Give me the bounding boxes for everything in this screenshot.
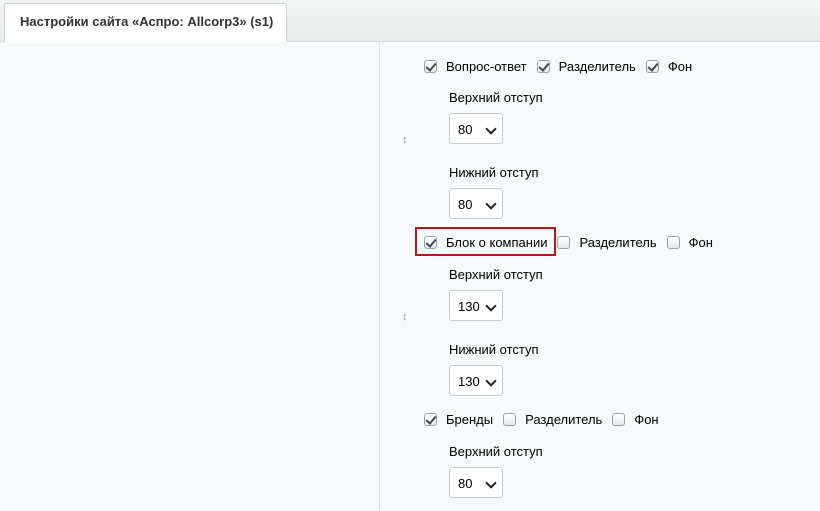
block-row-brands: Бренды Разделитель Фон	[424, 410, 669, 428]
brands-bg-checkbox[interactable]	[612, 412, 626, 426]
chevron-down-icon	[485, 300, 497, 312]
faq-bg-label: Фон	[667, 58, 693, 74]
brands-top-padding-select[interactable]: 80	[449, 467, 503, 498]
faq-bottom-padding-value: 80	[458, 197, 473, 212]
faq-divider-label: Разделитель	[558, 58, 636, 74]
settings-panel	[0, 42, 820, 511]
tab-site-settings[interactable]: Настройки сайта «Аспро: Allcorp3» (s1)	[4, 3, 287, 42]
faq-bg-checkbox[interactable]	[645, 59, 659, 73]
faq-bottom-padding-label: Нижний отступ	[449, 165, 539, 180]
faq-checkbox[interactable]	[424, 59, 437, 73]
faq-divider-checkbox[interactable]	[536, 59, 550, 73]
column-divider	[379, 42, 380, 511]
brands-checkbox[interactable]	[424, 412, 437, 426]
faq-top-padding-label: Верхний отступ	[449, 90, 543, 105]
company-bottom-padding-select[interactable]: 130	[449, 365, 503, 396]
chevron-down-icon	[485, 477, 497, 489]
company-bottom-padding-label: Нижний отступ	[449, 342, 539, 357]
company-bottom-padding-value: 130	[458, 374, 480, 389]
tab-bar: Настройки сайта «Аспро: Allcorp3» (s1)	[0, 0, 820, 42]
company-bg-label: Фон	[688, 234, 713, 250]
brands-label: Бренды	[446, 411, 494, 427]
company-top-padding-value: 130	[458, 299, 480, 314]
block-row-faq: Вопрос-ответ Разделитель Фон	[424, 57, 702, 75]
brands-top-padding-label: Верхний отступ	[449, 444, 543, 459]
company-label: Блок о компании	[446, 234, 548, 250]
brands-bg-label: Фон	[634, 411, 659, 427]
chevron-down-icon	[485, 198, 497, 210]
company-divider-checkbox[interactable]	[557, 235, 571, 249]
brands-top-padding-value: 80	[458, 476, 473, 491]
faq-top-padding-value: 80	[458, 122, 473, 137]
faq-bottom-padding-select[interactable]: 80	[449, 188, 503, 219]
brands-divider-label: Разделитель	[525, 411, 603, 427]
company-top-padding-select[interactable]: 130	[449, 290, 503, 321]
chevron-down-icon	[485, 123, 497, 135]
chevron-down-icon	[485, 375, 497, 387]
block-row-company: Блок о компании Разделитель Фон	[424, 233, 723, 251]
company-divider-label: Разделитель	[579, 234, 657, 250]
updown-arrow-icon: ↕	[402, 311, 408, 323]
company-checkbox[interactable]	[424, 235, 437, 249]
faq-top-padding-select[interactable]: 80	[449, 113, 503, 144]
faq-label: Вопрос-ответ	[446, 58, 527, 74]
updown-arrow-icon: ↕	[402, 134, 408, 146]
company-bg-checkbox[interactable]	[666, 235, 680, 249]
brands-divider-checkbox[interactable]	[503, 412, 517, 426]
company-top-padding-label: Верхний отступ	[449, 267, 543, 282]
